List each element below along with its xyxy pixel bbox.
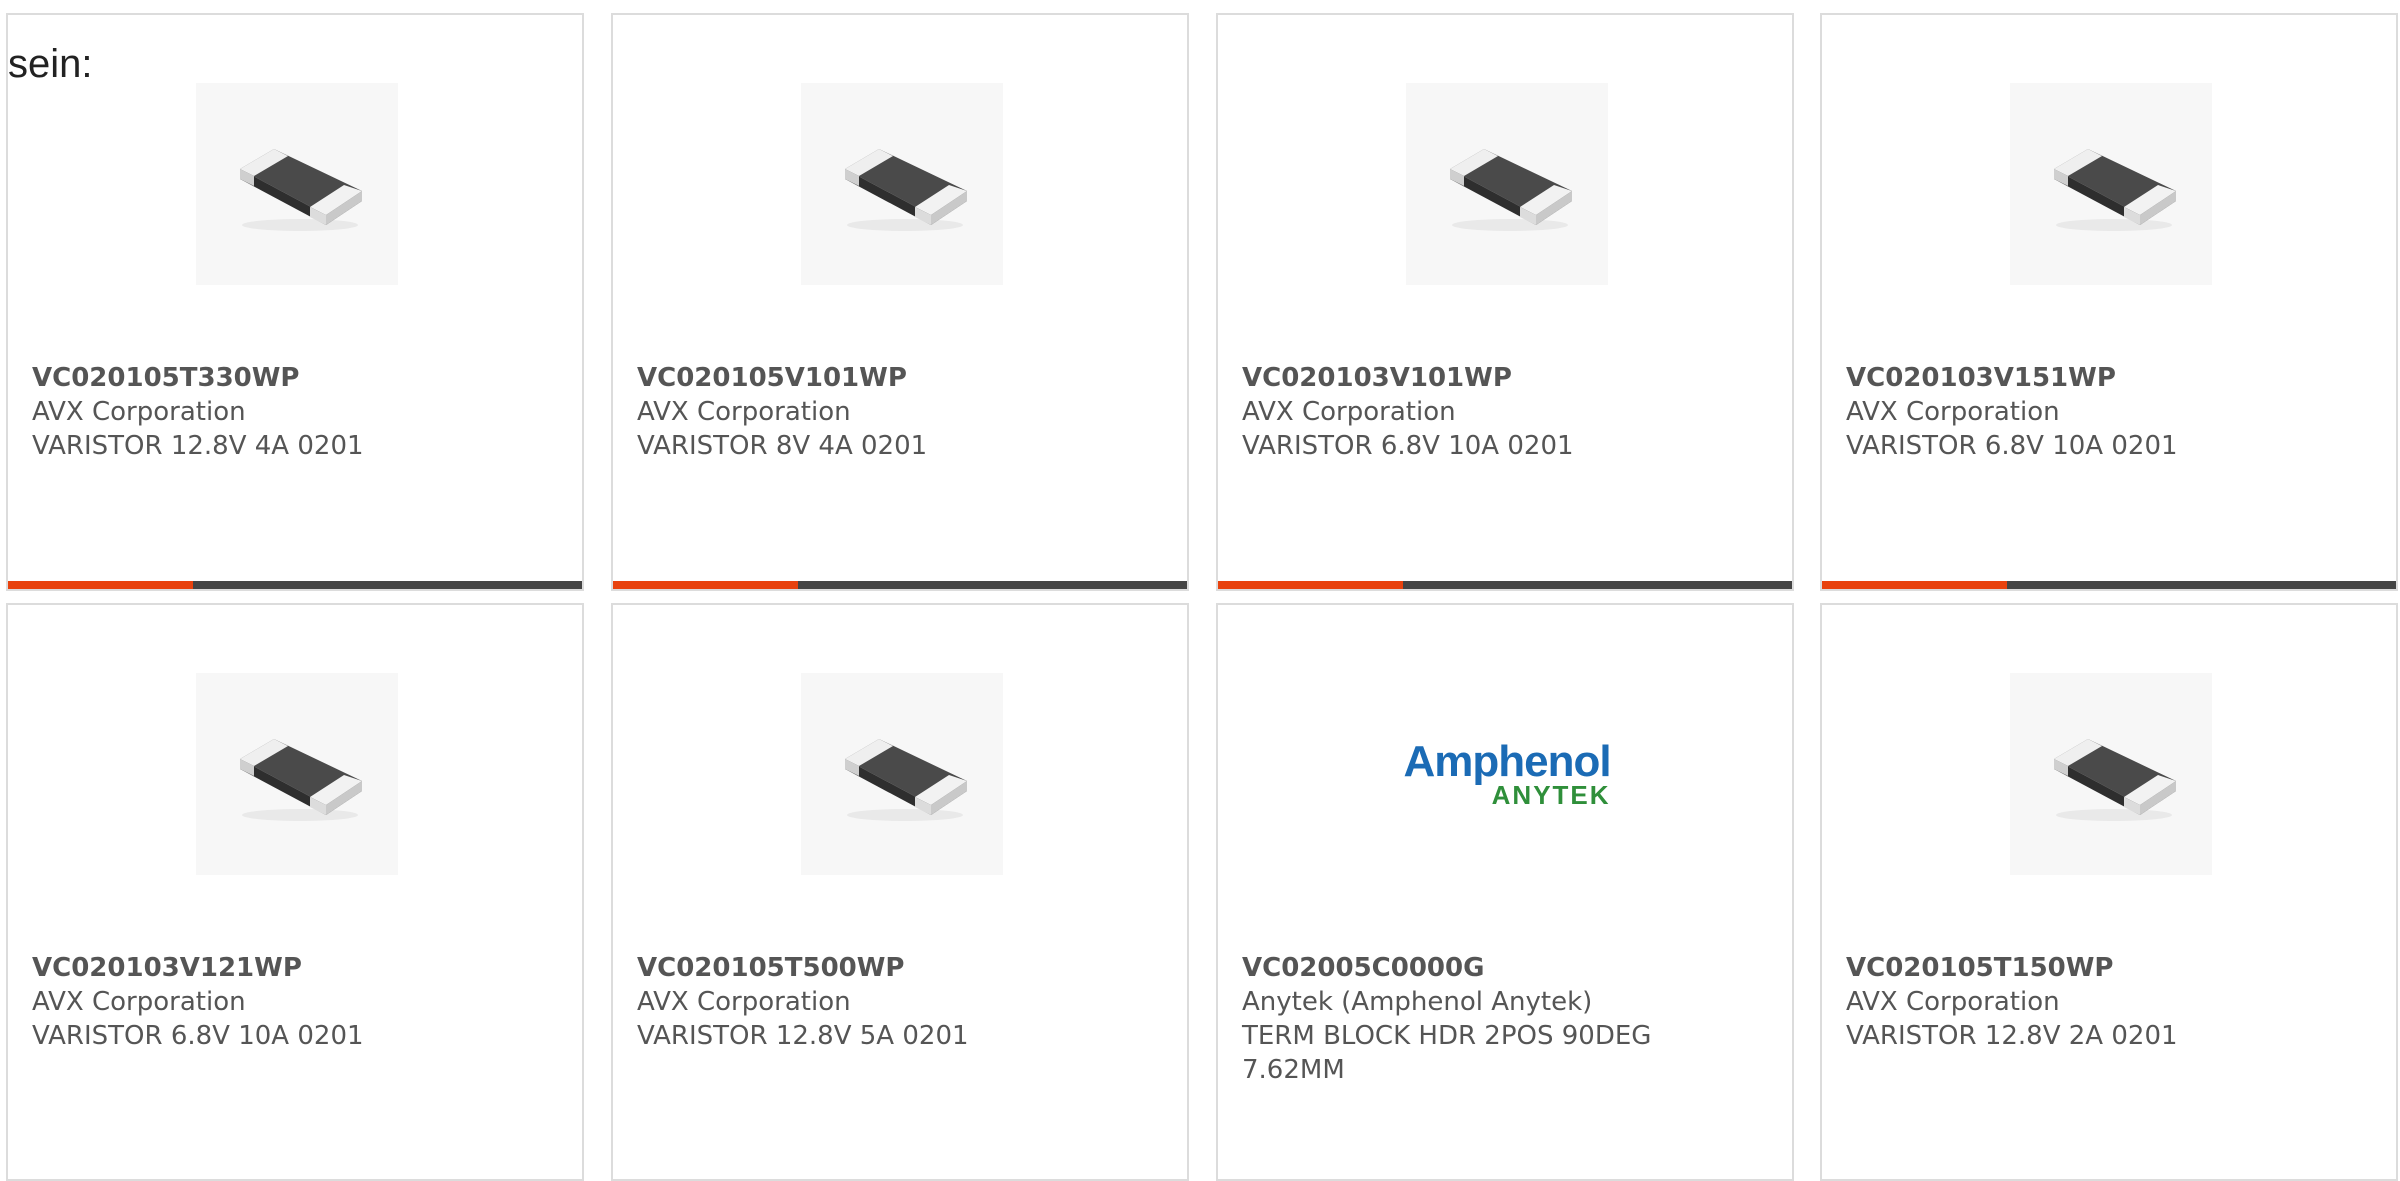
part-number[interactable]: VC020105T150WP: [1846, 951, 2366, 985]
chip-illustration: [240, 149, 362, 231]
manufacturer-name: AVX Corporation: [32, 987, 246, 1017]
product-info: VC020103V101WP AVX Corporation VARISTOR 6.…: [1242, 361, 1762, 463]
product-card[interactable]: VC020105T330WP AVX Corporation VARISTOR 12…: [6, 13, 584, 591]
product-description: TERM BLOCK HDR 2POS 90DEG 7.62MM: [1242, 1021, 1652, 1085]
chip-illustration: [845, 149, 967, 231]
product-description: VARISTOR 12.8V 5A 0201: [637, 1021, 969, 1051]
part-number[interactable]: VC020105T500WP: [637, 951, 1157, 985]
chip-illustration: [2054, 149, 2176, 231]
rating-bar-fill: [1822, 581, 2007, 589]
rating-bar: [8, 581, 582, 589]
rating-bar-fill: [613, 581, 798, 589]
product-info: VC020105T150WP AVX Corporation VARISTOR 12…: [1846, 951, 2366, 1053]
product-card[interactable]: VC020105T500WP AVX Corporation VARISTOR 12…: [611, 603, 1189, 1181]
product-description: VARISTOR 6.8V 10A 0201: [1242, 431, 1574, 461]
product-image[interactable]: [2010, 673, 2212, 875]
product-image[interactable]: [196, 83, 398, 285]
product-description: VARISTOR 6.8V 10A 0201: [32, 1021, 364, 1051]
intro-text: sein:: [8, 42, 93, 86]
rating-bar-fill: [8, 581, 193, 589]
rating-bar: [1218, 581, 1792, 589]
rating-bar-fill: [1218, 581, 1403, 589]
product-description: VARISTOR 8V 4A 0201: [637, 431, 928, 461]
product-info: VC020105T500WP AVX Corporation VARISTOR 12…: [637, 951, 1157, 1053]
product-card[interactable]: Amphenol ANYTEK VC02005C0000G Anytek (Amphe…: [1216, 603, 1794, 1181]
product-card[interactable]: VC020103V151WP AVX Corporation VARISTOR 6.…: [1820, 13, 2398, 591]
product-image[interactable]: [196, 673, 398, 875]
product-info: VC020103V121WP AVX Corporation VARISTOR 6.…: [32, 951, 552, 1053]
product-card[interactable]: VC020105T150WP AVX Corporation VARISTOR 12…: [1820, 603, 2398, 1181]
manufacturer-name: AVX Corporation: [1846, 987, 2060, 1017]
manufacturer-name: AVX Corporation: [1846, 397, 2060, 427]
product-image[interactable]: [2010, 83, 2212, 285]
chip-illustration: [845, 739, 967, 821]
rating-bar: [613, 581, 1187, 589]
chip-illustration: [240, 739, 362, 821]
chip-illustration: [2054, 739, 2176, 821]
product-description: VARISTOR 12.8V 4A 0201: [32, 431, 364, 461]
product-info: VC020105V101WP AVX Corporation VARISTOR 8V…: [637, 361, 1157, 463]
manufacturer-name: AVX Corporation: [637, 397, 851, 427]
product-info: VC020103V151WP AVX Corporation VARISTOR 6.…: [1846, 361, 2366, 463]
product-image[interactable]: Amphenol ANYTEK: [1403, 673, 1612, 875]
part-number[interactable]: VC020105V101WP: [637, 361, 1157, 395]
manufacturer-name: AVX Corporation: [1242, 397, 1456, 427]
manufacturer-name: AVX Corporation: [32, 397, 246, 427]
part-number[interactable]: VC020103V101WP: [1242, 361, 1762, 395]
manufacturer-name: Anytek (Amphenol Anytek): [1242, 987, 1593, 1017]
product-info: VC020105T330WP AVX Corporation VARISTOR 12…: [32, 361, 552, 463]
part-number[interactable]: VC020105T330WP: [32, 361, 552, 395]
product-info: VC02005C0000G Anytek (Amphenol Anytek) TER…: [1242, 951, 1762, 1087]
part-number[interactable]: VC020103V121WP: [32, 951, 552, 985]
chip-illustration: [1450, 149, 1572, 231]
product-image[interactable]: [801, 83, 1003, 285]
product-description: VARISTOR 12.8V 2A 0201: [1846, 1021, 2178, 1051]
product-image[interactable]: [1406, 83, 1608, 285]
manufacturer-name: AVX Corporation: [637, 987, 851, 1017]
amphenol-anytek-logo: Amphenol ANYTEK: [1403, 737, 1611, 810]
product-card[interactable]: VC020103V121WP AVX Corporation VARISTOR 6.…: [6, 603, 584, 1181]
product-card[interactable]: VC020103V101WP AVX Corporation VARISTOR 6.…: [1216, 13, 1794, 591]
product-card[interactable]: VC020105V101WP AVX Corporation VARISTOR 8V…: [611, 13, 1189, 591]
rating-bar: [1822, 581, 2396, 589]
part-number[interactable]: VC02005C0000G: [1242, 951, 1762, 985]
product-grid: VC020105T330WP AVX Corporation VARISTOR 12…: [0, 0, 2400, 1181]
part-number[interactable]: VC020103V151WP: [1846, 361, 2366, 395]
product-image[interactable]: [801, 673, 1003, 875]
product-description: VARISTOR 6.8V 10A 0201: [1846, 431, 2178, 461]
